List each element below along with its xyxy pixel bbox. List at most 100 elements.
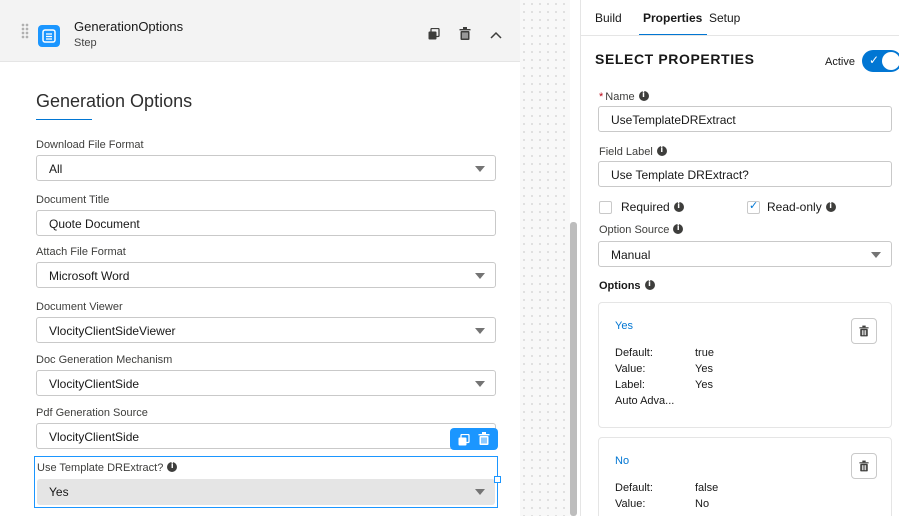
caret-down-icon — [475, 166, 485, 172]
required-checkbox[interactable] — [599, 201, 612, 214]
drag-handle-icon[interactable] — [21, 23, 29, 39]
document-title-value: Quote Document — [49, 217, 140, 231]
info-icon — [638, 90, 649, 101]
readonly-label-text: Read-only — [767, 200, 822, 214]
option-extra-row: Auto Adva... — [615, 395, 675, 407]
name-label: * Name — [599, 90, 649, 103]
doc-generation-mechanism-select[interactable]: VlocityClientSide — [36, 370, 496, 396]
option-value-row: Value: No — [615, 498, 709, 510]
caret-down-icon — [475, 381, 485, 387]
section-title: Generation Options — [36, 91, 193, 111]
options-heading-text: Options — [599, 280, 641, 292]
name-input[interactable]: UseTemplateDRExtract — [598, 106, 892, 132]
info-icon — [656, 145, 667, 156]
info-icon — [167, 461, 178, 472]
trash-icon — [859, 325, 869, 337]
readonly-label: Read-only — [767, 200, 836, 214]
active-toggle[interactable]: ✓ — [862, 50, 899, 72]
doc-generation-mechanism-value: VlocityClientSide — [49, 377, 140, 391]
required-label-text: Required — [621, 200, 670, 214]
delete-option-button[interactable] — [851, 453, 877, 479]
name-value: UseTemplateDRExtract — [611, 113, 736, 127]
attach-file-format-value: Microsoft Word — [49, 269, 130, 283]
use-template-drextract-value: Yes — [49, 485, 69, 499]
document-title-input[interactable]: Quote Document — [36, 210, 496, 236]
trash-icon[interactable] — [459, 27, 471, 45]
properties-title: SELECT PROPERTIES — [595, 51, 755, 67]
canvas-grid — [520, 0, 570, 516]
document-viewer-select[interactable]: VlocityClientSideViewer — [36, 317, 496, 343]
step-editor-panel: GenerationOptions Step Generation Option… — [0, 0, 520, 516]
trash-icon[interactable] — [478, 432, 490, 450]
option-value-key: Value: — [615, 498, 646, 510]
section-underline — [36, 119, 92, 120]
use-template-drextract-label: Use Template DRExtract? — [37, 461, 178, 474]
option-label-key: Label: — [615, 379, 645, 391]
copy-icon[interactable] — [428, 27, 440, 45]
option-default-row: Default: true — [615, 347, 714, 359]
option-card: Yes Default: true Value: Yes Label: Yes Aut… — [598, 302, 892, 428]
options-heading: Options — [599, 279, 655, 292]
option-default-value: true — [695, 347, 714, 359]
caret-down-icon — [871, 252, 881, 258]
option-value-row: Value: Yes — [615, 363, 713, 375]
selected-element[interactable]: Use Template DRExtract? Yes — [34, 456, 501, 508]
required-mark: * — [599, 91, 604, 103]
step-form: Generation Options Download File Format … — [0, 62, 520, 516]
step-header: GenerationOptions Step — [0, 0, 520, 62]
option-card: No Default: false Value: No — [598, 437, 892, 516]
info-icon — [673, 201, 684, 212]
tab-setup[interactable]: Setup — [709, 11, 740, 25]
element-actions-toolbar — [450, 428, 498, 450]
step-subtitle: Step — [74, 37, 97, 49]
active-label: Active — [825, 56, 855, 68]
download-file-format-select[interactable]: All — [36, 155, 496, 181]
field-label-value: Use Template DRExtract? — [611, 168, 749, 182]
option-source-value: Manual — [611, 248, 651, 262]
step-title: GenerationOptions — [74, 19, 184, 34]
option-source-select[interactable]: Manual — [598, 241, 892, 267]
info-icon — [825, 201, 836, 212]
tab-properties[interactable]: Properties — [643, 11, 702, 25]
field-label-label-text: Field Label — [599, 146, 653, 158]
option-default-key: Default: — [615, 482, 653, 494]
canvas-scrollbar[interactable] — [570, 222, 577, 516]
document-viewer-label: Document Viewer — [36, 301, 123, 313]
pdf-generation-source-input[interactable]: VlocityClientSide — [36, 423, 496, 449]
option-name[interactable]: No — [615, 455, 629, 467]
required-label: Required — [621, 200, 684, 214]
use-template-drextract-label-text: Use Template DRExtract? — [37, 462, 164, 474]
list-icon — [38, 25, 60, 47]
caret-down-icon — [475, 328, 485, 334]
option-value-value: Yes — [695, 363, 713, 375]
attach-file-format-label: Attach File Format — [36, 246, 126, 258]
option-value-key: Value: — [615, 363, 646, 375]
name-label-text: Name — [605, 91, 635, 103]
caret-down-icon — [475, 273, 485, 279]
readonly-checkbox[interactable] — [747, 199, 760, 214]
delete-option-button[interactable] — [851, 318, 877, 344]
field-label-input[interactable]: Use Template DRExtract? — [598, 161, 892, 187]
pdf-generation-source-label: Pdf Generation Source — [36, 407, 148, 419]
toggle-knob — [882, 52, 899, 70]
option-source-label-text: Option Source — [599, 224, 670, 236]
option-name[interactable]: Yes — [615, 320, 633, 332]
option-value-value: No — [695, 498, 710, 510]
option-source-label: Option Source — [599, 223, 684, 236]
download-file-format-value: All — [49, 162, 63, 176]
info-icon — [644, 279, 655, 290]
info-icon — [673, 223, 684, 234]
use-template-drextract-select[interactable]: Yes — [37, 479, 495, 505]
pdf-generation-source-value: VlocityClientSide — [49, 430, 140, 444]
caret-down-icon — [475, 489, 485, 495]
check-icon: ✓ — [869, 53, 880, 67]
chevron-up-icon[interactable] — [490, 27, 502, 45]
download-file-format-label: Download File Format — [36, 139, 144, 151]
tab-divider — [581, 35, 899, 36]
resize-handle[interactable] — [494, 476, 501, 483]
copy-icon[interactable] — [458, 433, 470, 451]
option-default-row: Default: false — [615, 482, 718, 494]
attach-file-format-select[interactable]: Microsoft Word — [36, 262, 496, 288]
properties-panel: Build Properties Setup SELECT PROPERTIES… — [580, 0, 899, 516]
tab-build[interactable]: Build — [595, 11, 622, 25]
